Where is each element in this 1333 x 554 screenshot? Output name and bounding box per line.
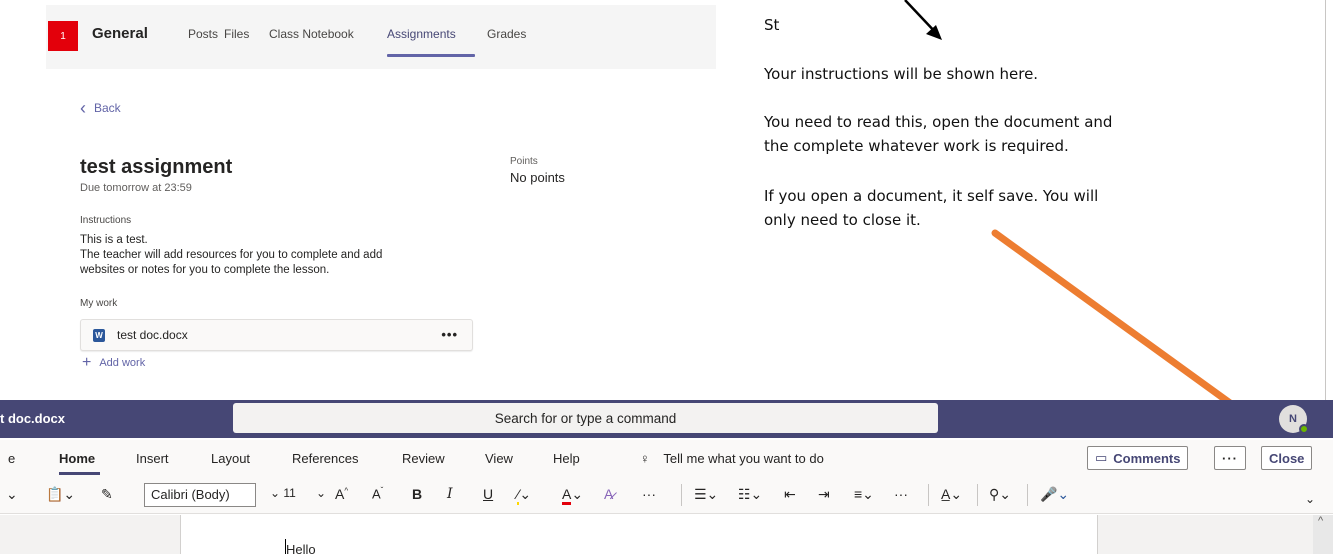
- ribbon-tabs: e Home Insert Layout References Review V…: [0, 440, 1333, 476]
- styles-icon[interactable]: A̲⌄: [941, 486, 962, 503]
- bullets-icon[interactable]: ☰⌄: [694, 486, 718, 503]
- ribbon-tab-file[interactable]: e: [8, 451, 15, 466]
- avatar-initial: N: [1289, 413, 1297, 425]
- font-size-select[interactable]: ⌄ 11: [270, 486, 296, 500]
- clear-formatting-icon[interactable]: A̷: [604, 486, 613, 502]
- toolbar-divider: [928, 484, 929, 506]
- highlight-icon[interactable]: ⁄⌄: [517, 486, 531, 505]
- format-painter-icon[interactable]: ✎: [101, 486, 113, 503]
- shrink-font-icon[interactable]: Aˇ: [372, 486, 383, 501]
- black-arrow-icon: [904, 0, 942, 40]
- avatar[interactable]: N: [1279, 405, 1309, 434]
- bold-icon[interactable]: B: [412, 486, 422, 502]
- find-icon[interactable]: ⚲⌄: [989, 486, 1011, 503]
- paste-icon[interactable]: 📋⌄: [46, 486, 75, 503]
- active-ribbon-tab-indicator: [59, 472, 100, 475]
- more-paragraph-options-icon[interactable]: ···: [894, 486, 908, 502]
- more-options-button[interactable]: ···: [1214, 446, 1246, 470]
- font-color-icon[interactable]: A⌄: [562, 486, 583, 505]
- font-size-chevron-icon[interactable]: ⌄: [316, 486, 326, 500]
- ribbon-tab-insert[interactable]: Insert: [136, 451, 169, 466]
- document-title[interactable]: t doc.docx: [0, 411, 65, 426]
- grow-font-icon[interactable]: A^: [335, 486, 348, 502]
- comment-icon: ▭: [1095, 450, 1108, 465]
- tell-me-label: Tell me what you want to do: [663, 451, 824, 466]
- command-search-input[interactable]: Search for or type a command: [233, 403, 938, 433]
- close-button[interactable]: Close: [1261, 446, 1313, 470]
- ribbon-tab-references[interactable]: References: [292, 451, 358, 466]
- underline-icon[interactable]: U: [483, 486, 493, 502]
- dictate-microphone-icon[interactable]: 🎤⌄: [1040, 486, 1069, 503]
- ribbon-tab-home[interactable]: Home: [59, 451, 95, 466]
- increase-indent-icon[interactable]: ⇥: [818, 486, 830, 503]
- comments-label: Comments: [1113, 450, 1181, 466]
- word-title-bar: t doc.docx Search for or type a command …: [0, 400, 1333, 438]
- scroll-up-chevron-icon[interactable]: ^: [1318, 515, 1323, 527]
- comments-button[interactable]: ▭ Comments: [1087, 446, 1189, 470]
- font-size-value: 11: [283, 486, 296, 500]
- toolbar-divider: [681, 484, 682, 506]
- italic-icon[interactable]: I: [447, 486, 453, 502]
- more-font-options-icon[interactable]: ···: [642, 486, 656, 502]
- tell-me-box[interactable]: ♀ Tell me what you want to do: [640, 451, 824, 466]
- ribbon-tab-help[interactable]: Help: [553, 451, 580, 466]
- toolbar-divider: [977, 484, 978, 506]
- presence-status-icon: [1299, 424, 1309, 434]
- lightbulb-icon: ♀: [640, 451, 650, 466]
- vertical-scrollbar[interactable]: ^: [1313, 515, 1333, 554]
- formatting-toolbar: ⌄ 📋⌄ ✎ Calibri (Body) ⌄ 11 ⌄ A^ Aˇ B I U…: [0, 476, 1333, 514]
- document-body-text[interactable]: Hello: [286, 542, 316, 554]
- undo-dropdown-chevron-icon[interactable]: ⌄: [6, 486, 18, 503]
- ribbon-tab-view[interactable]: View: [485, 451, 513, 466]
- document-canvas: Hello ^: [0, 515, 1333, 554]
- toolbar-divider: [1027, 484, 1028, 506]
- numbering-icon[interactable]: ☷⌄: [738, 486, 762, 503]
- font-name-select[interactable]: Calibri (Body): [144, 483, 256, 507]
- decrease-indent-icon[interactable]: ⇤: [784, 486, 796, 503]
- align-icon[interactable]: ≡⌄: [854, 486, 874, 503]
- orange-arrow-icon: [991, 229, 1262, 426]
- document-page[interactable]: Hello: [180, 515, 1098, 554]
- ribbon-tab-layout[interactable]: Layout: [211, 451, 250, 466]
- ribbon-expand-chevron-icon[interactable]: ⌄: [1305, 492, 1315, 506]
- ribbon-tab-review[interactable]: Review: [402, 451, 445, 466]
